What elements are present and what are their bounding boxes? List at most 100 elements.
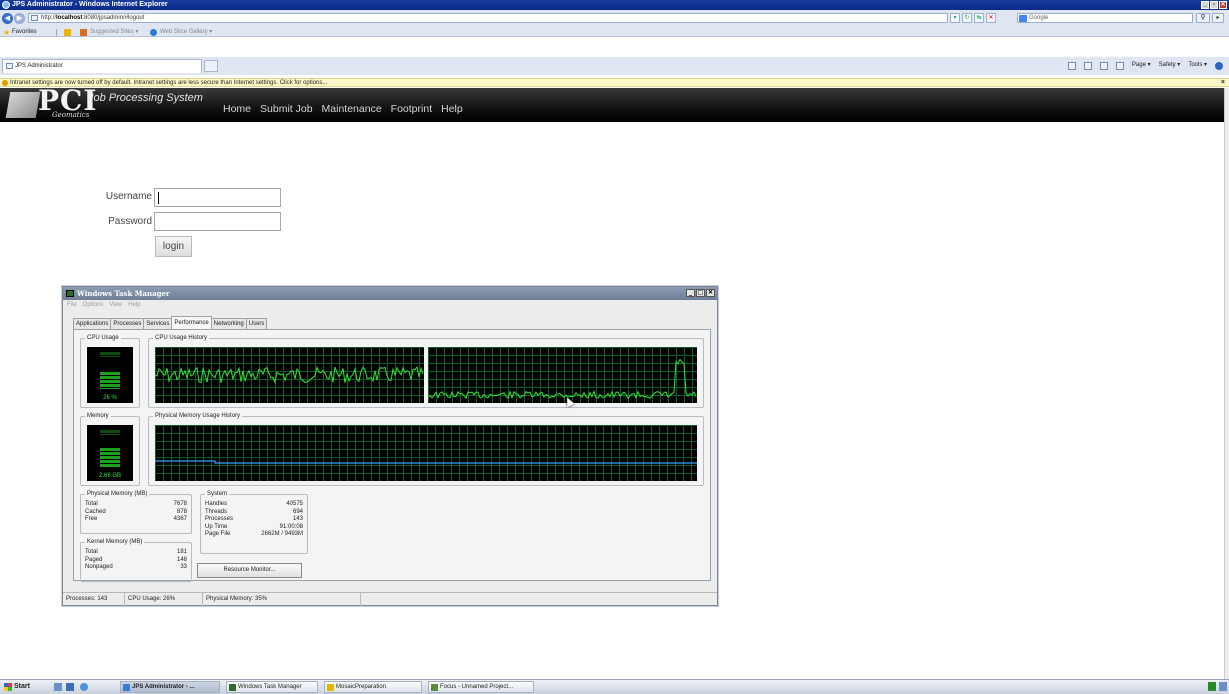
login-button[interactable]: login [155, 236, 192, 257]
taskbar-item[interactable]: MosaicPreparation [324, 681, 422, 693]
stat-row: Processes 143 [205, 516, 303, 524]
stat-value: 40575 [286, 501, 303, 507]
server-manager-icon[interactable] [66, 683, 74, 691]
safety-menu[interactable]: Safety ▾ [1159, 61, 1181, 70]
tm-minimize-button[interactable]: _ [686, 289, 695, 297]
back-button[interactable]: ◀ [2, 13, 13, 24]
tm-close-button[interactable]: ✕ [706, 289, 715, 297]
network-icon[interactable] [1208, 682, 1216, 691]
google-icon [1019, 15, 1027, 22]
stat-row: Threads 694 [205, 509, 303, 517]
taskbar-item[interactable]: Focus - Unnamed Project... [428, 681, 534, 693]
window-controls: _ ▫ ✕ [1201, 1, 1227, 9]
new-tab-button[interactable] [204, 60, 218, 72]
nav-home[interactable]: Home [223, 103, 251, 115]
go-icon[interactable]: ↹ [974, 13, 984, 23]
app-icon [123, 684, 130, 691]
site-header: PCI Geomatics Job Processing System Home… [0, 86, 1224, 122]
close-button[interactable]: ✕ [1219, 1, 1227, 9]
cpu-usage-bars [100, 371, 120, 389]
search-icon[interactable]: ⚲ [1196, 13, 1210, 23]
address-input[interactable]: http://localhost:8080/jpsadmin/#logout [28, 13, 948, 23]
taskbar-item[interactable]: Windows Task Manager [226, 681, 318, 693]
tab-processes[interactable]: Processes [110, 318, 145, 329]
compat-view-icon[interactable]: ▾ [950, 13, 960, 23]
password-input[interactable] [154, 212, 281, 231]
tab-jps-administrator[interactable]: JPS Administrator [2, 59, 202, 73]
status-memory: Physical Memory: 35% [203, 593, 361, 606]
url-host: localhost [56, 15, 83, 21]
taskbar-item[interactable]: JPS Administrator - ... [120, 681, 220, 693]
stat-value: 694 [292, 508, 303, 515]
favorites-star-icon[interactable]: ★ [3, 28, 10, 37]
search-options-icon[interactable]: ▸ [1212, 13, 1224, 23]
resource-monitor-button[interactable]: Resource Monitor... [197, 563, 302, 578]
volume-icon[interactable] [1219, 682, 1227, 691]
nav-footprint[interactable]: Footprint [391, 103, 432, 115]
refresh-icon[interactable]: ↻ [962, 13, 972, 23]
nav-maintenance[interactable]: Maintenance [322, 103, 382, 115]
menu-help[interactable]: Help [128, 302, 140, 308]
tab-services[interactable]: Services [143, 318, 173, 329]
cpu-history-label: CPU Usage History [153, 335, 210, 341]
ie-quicklaunch-icon[interactable] [80, 683, 88, 691]
home-icon[interactable] [1067, 61, 1076, 70]
restore-button[interactable]: ▫ [1210, 1, 1218, 9]
print-icon[interactable] [1115, 61, 1124, 70]
tools-menu[interactable]: Tools ▾ [1188, 61, 1207, 70]
suggested-sites-icon [80, 29, 87, 36]
suggested-sites-link[interactable]: Suggested Sites ▾ [90, 27, 138, 38]
nav-submit-job[interactable]: Submit Job [260, 103, 313, 115]
web-slice-link[interactable]: Web Slice Gallery ▾ [160, 27, 212, 38]
favorites-button[interactable]: Favorites [12, 27, 37, 38]
tab-networking[interactable]: Networking [210, 318, 247, 329]
tab-applications[interactable]: Applications [73, 318, 112, 329]
divider [56, 29, 57, 36]
tab-performance[interactable]: Performance [171, 316, 212, 329]
infobar-close-icon[interactable]: × [1221, 79, 1225, 87]
tab-users[interactable]: Users [245, 318, 268, 329]
cpu-history-graph-core2 [428, 347, 697, 403]
information-bar[interactable]: Intranet settings are now turned off by … [0, 78, 1229, 87]
stat-value: 878 [176, 508, 187, 515]
help-icon[interactable] [1215, 61, 1223, 70]
status-cpu: CPU Usage: 26% [125, 593, 203, 606]
stat-row: Nonpaged 33 [85, 564, 187, 572]
cpu-history-line-core1 [155, 365, 424, 385]
memory-bars [100, 447, 120, 467]
menu-file[interactable]: File [67, 302, 77, 308]
nav-help[interactable]: Help [441, 103, 463, 115]
physical-memory-label: Physical Memory (MB) [85, 491, 150, 497]
tab-label: JPS Administrator [15, 63, 63, 69]
page-scrollbar[interactable] [1224, 88, 1229, 686]
mail-icon[interactable] [1099, 61, 1108, 70]
menu-options[interactable]: Options [83, 302, 104, 308]
cpu-history-line-core2 [428, 358, 697, 400]
feeds-icon[interactable] [1083, 61, 1092, 70]
stat-value: 7678 [173, 501, 187, 507]
address-buttons: ▾ ↻ ↹ ✕ [950, 13, 996, 23]
username-input[interactable] [154, 188, 281, 207]
start-button[interactable]: Start [2, 681, 44, 693]
stat-label: Nonpaged [85, 564, 113, 570]
meter-empty-segments [100, 351, 120, 357]
page-menu[interactable]: Page ▾ [1132, 61, 1151, 70]
add-favorite-icon[interactable] [64, 29, 71, 36]
tm-maximize-button[interactable]: □ [696, 289, 705, 297]
taskbar-item-label: JPS Administrator - ... [132, 684, 195, 690]
minimize-button[interactable]: _ [1201, 1, 1209, 9]
stat-row: Total 7678 [85, 501, 187, 509]
taskbar-item-label: Focus - Unnamed Project... [440, 684, 514, 690]
forward-button[interactable]: ▶ [14, 13, 25, 24]
menu-view[interactable]: View [109, 302, 122, 308]
stat-value: 181 [176, 549, 187, 555]
address-bar-row: ◀ ▶ http://localhost:8080/jpsadmin/#logo… [0, 10, 1229, 37]
task-manager-title-bar[interactable]: Windows Task Manager _ □ ✕ [63, 287, 717, 300]
show-desktop-icon[interactable] [54, 683, 62, 691]
stat-label: Page File [205, 531, 231, 537]
task-manager-window: Windows Task Manager _ □ ✕ File Options … [62, 286, 718, 606]
windows-logo-icon [4, 683, 12, 691]
search-input[interactable]: Google [1017, 13, 1193, 23]
app-icon [229, 684, 236, 691]
stop-icon[interactable]: ✕ [986, 13, 996, 23]
